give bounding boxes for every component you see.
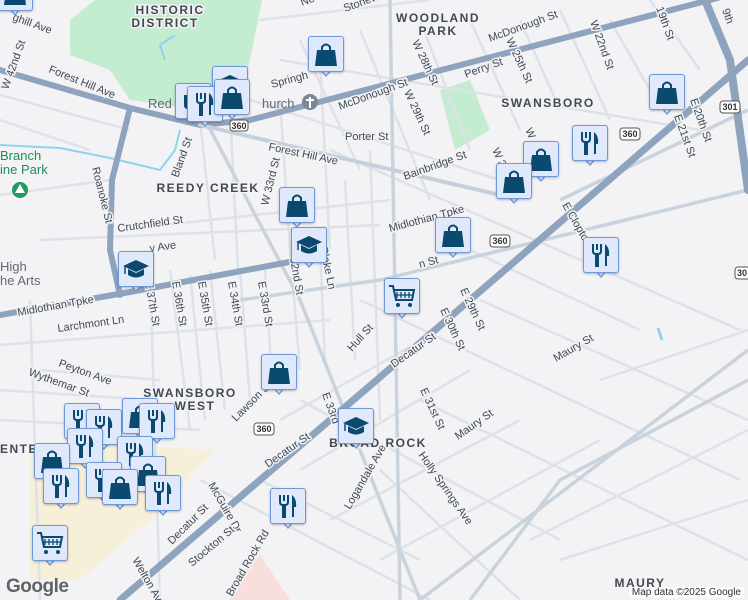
area-label: REEDY CREEK: [157, 181, 260, 195]
fork-knife-icon: [139, 403, 175, 439]
street-label: Porter St: [345, 131, 388, 143]
fork-knife-marker[interactable]: [145, 475, 181, 519]
street-label: W 29th St: [401, 88, 432, 137]
church-icon: [302, 94, 318, 110]
shopping-bag-icon: [279, 187, 315, 223]
street-label: Bland St: [170, 136, 196, 179]
svg-text:360: 360: [492, 236, 507, 246]
shopping-bag-marker[interactable]: [214, 79, 250, 123]
street-label: W: [522, 126, 538, 141]
poi-label: he Arts: [0, 273, 41, 288]
area-label: PARK: [418, 24, 457, 38]
area-label: WEST: [175, 399, 216, 413]
street-label: Springh: [270, 69, 310, 90]
shopping-bag-marker[interactable]: [0, 0, 33, 19]
fork-knife-marker[interactable]: [43, 468, 79, 512]
street-label: E 33rd St: [255, 280, 275, 327]
pond: [656, 327, 664, 341]
google-logo: Google: [6, 576, 69, 597]
street-label: Ne: [299, 0, 316, 9]
area-label: HISTORIC: [135, 3, 204, 17]
svg-text:301: 301: [722, 102, 737, 112]
shopping-bag-icon: [496, 163, 532, 199]
street-label: E 36th St: [169, 280, 189, 327]
school-cap-icon: [291, 227, 327, 263]
route-shield-360: 360: [619, 127, 641, 141]
school-cap-icon: [118, 251, 154, 287]
route-shield-360: 360: [253, 422, 275, 436]
svg-text:360: 360: [622, 129, 637, 139]
route-shield-301: 301: [719, 100, 741, 114]
school-cap-marker[interactable]: [291, 227, 327, 271]
grocery-cart-icon: [384, 278, 420, 314]
street-label: Crutchfield St: [117, 214, 184, 235]
fork-knife-icon: [270, 488, 306, 524]
street-label: Larchmont Ln: [57, 314, 125, 335]
poi-label: High: [0, 259, 27, 274]
shopping-bag-marker[interactable]: [279, 187, 315, 231]
shopping-bag-marker[interactable]: [261, 354, 297, 398]
route-shield-360: 360: [489, 234, 511, 248]
fork-knife-icon: [67, 428, 103, 464]
school-cap-icon: [338, 408, 374, 444]
school-cap-marker[interactable]: [338, 408, 374, 452]
svg-text:30: 30: [737, 268, 747, 278]
shopping-bag-icon: [435, 217, 471, 253]
svg-text:360: 360: [256, 424, 271, 434]
poi-label: ine Park: [0, 162, 48, 177]
poi-label: hurch: [262, 96, 295, 111]
shopping-bag-marker[interactable]: [308, 36, 344, 80]
grocery-cart-marker[interactable]: [32, 525, 68, 569]
street-label: Decatur St: [263, 431, 312, 471]
shopping-bag-icon: [649, 74, 685, 110]
fork-knife-icon: [145, 475, 181, 511]
shopping-bag-marker[interactable]: [496, 163, 532, 207]
grocery-cart-icon: [32, 525, 68, 561]
fork-knife-icon: [583, 237, 619, 273]
street-label: Stockton St: [186, 524, 237, 569]
grocery-cart-marker[interactable]: [384, 278, 420, 322]
fork-knife-icon: [43, 468, 79, 504]
shopping-bag-icon: [214, 79, 250, 115]
fork-knife-icon: [572, 125, 608, 161]
school-cap-marker[interactable]: [118, 251, 154, 295]
shopping-bag-icon: [0, 0, 33, 11]
street-label: Hull St: [345, 322, 376, 354]
park-icon: [12, 182, 28, 198]
shopping-bag-icon: [261, 354, 297, 390]
street-label: E 30th St: [437, 306, 467, 352]
area-label: DISTRICT: [131, 16, 198, 30]
map-attribution[interactable]: Map data ©2025 Google: [628, 587, 744, 598]
shopping-bag-marker[interactable]: [649, 74, 685, 118]
shopping-bag-marker[interactable]: [102, 469, 138, 513]
shopping-bag-icon: [102, 469, 138, 505]
fork-knife-marker[interactable]: [270, 488, 306, 532]
area-label: WOODLAND: [396, 11, 480, 25]
fork-knife-marker[interactable]: [572, 125, 608, 169]
street-label: W 42nd St: [0, 39, 28, 91]
shopping-bag-icon: [308, 36, 344, 72]
street-label: 9th: [719, 7, 736, 25]
street-label: E 31st St: [417, 386, 447, 432]
fork-knife-marker[interactable]: [583, 237, 619, 281]
poi-label: Branch: [0, 148, 41, 163]
area-label: SWANSBORO: [501, 96, 595, 110]
shopping-bag-marker[interactable]: [435, 217, 471, 261]
street-label: Midlothian Tpke: [16, 294, 94, 319]
poi-label: Red: [148, 96, 172, 111]
route-shield-30: 30: [734, 266, 748, 280]
